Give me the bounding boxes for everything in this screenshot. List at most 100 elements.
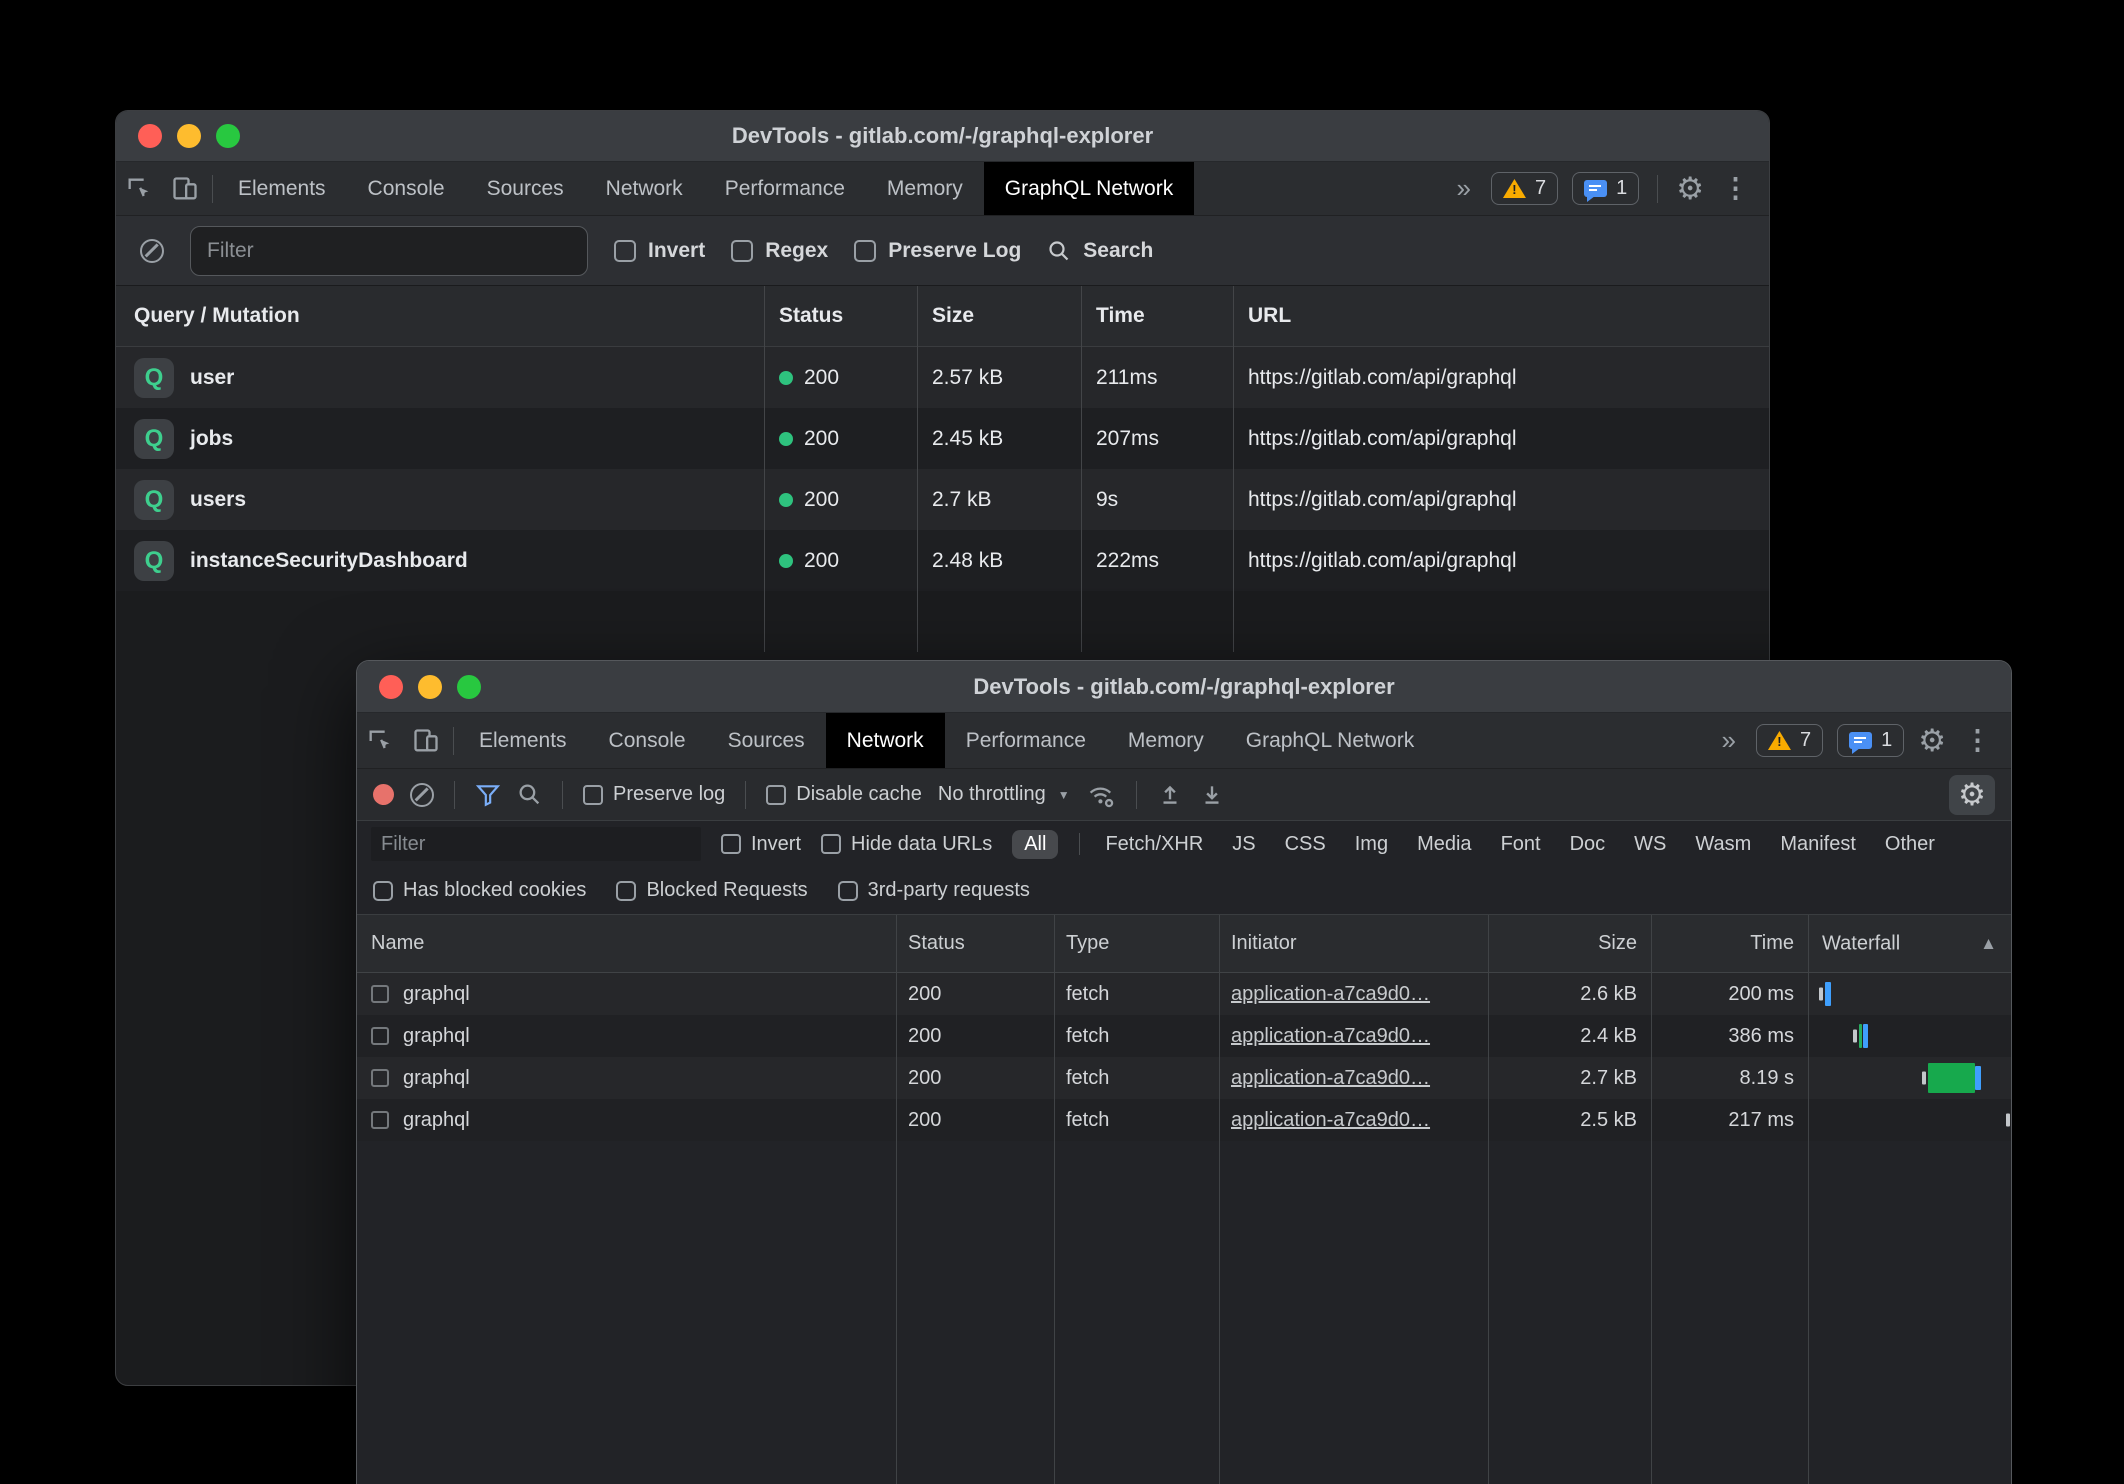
tab-network[interactable]: Network [585, 162, 704, 215]
import-har-icon[interactable] [1157, 782, 1183, 808]
table-row[interactable]: graphql 200 fetch application-a7ca9d0… 2… [357, 973, 2011, 1015]
col-name[interactable]: Name [357, 932, 896, 955]
kebab-menu-icon[interactable]: ⋮ [1960, 725, 1995, 756]
network-settings-button[interactable]: ⚙ [1949, 775, 1995, 815]
filter-chip-manifest[interactable]: Manifest [1776, 830, 1860, 859]
tab-memory[interactable]: Memory [866, 162, 984, 215]
zoom-button[interactable] [457, 675, 481, 699]
filter-input[interactable] [190, 226, 588, 276]
filter-input[interactable] [371, 827, 701, 861]
filter-chip-css[interactable]: CSS [1281, 830, 1330, 859]
tab-graphql-network[interactable]: GraphQL Network [984, 162, 1194, 215]
checkbox[interactable] [614, 240, 636, 262]
col-type[interactable]: Type [1054, 932, 1219, 955]
tab-performance[interactable]: Performance [704, 162, 866, 215]
has-blocked-cookies-checkbox[interactable]: Has blocked cookies [373, 879, 586, 902]
device-toolbar-button[interactable] [162, 162, 208, 215]
clear-icon[interactable] [140, 239, 164, 263]
throttling-select[interactable]: No throttling ▼ [938, 783, 1070, 806]
initiator-link[interactable]: application-a7ca9d0… [1231, 983, 1430, 1005]
row-checkbox[interactable] [371, 985, 389, 1003]
close-button[interactable] [138, 124, 162, 148]
inspect-cursor-button[interactable] [357, 713, 403, 768]
col-url[interactable]: URL [1233, 304, 1769, 328]
initiator-link[interactable]: application-a7ca9d0… [1231, 1067, 1430, 1089]
filter-chip-wasm[interactable]: Wasm [1691, 830, 1755, 859]
filter-funnel-icon[interactable] [475, 782, 501, 808]
table-row[interactable]: graphql 200 fetch application-a7ca9d0… 2… [357, 1057, 2011, 1099]
table-row[interactable]: graphql 200 fetch application-a7ca9d0… 2… [357, 1015, 2011, 1057]
warnings-badge[interactable]: ! 7 [1491, 172, 1558, 205]
tab-graphql-network[interactable]: GraphQL Network [1225, 713, 1435, 768]
col-waterfall[interactable]: Waterfall ▲ [1808, 915, 2011, 972]
titlebar[interactable]: DevTools - gitlab.com/-/graphql-explorer [116, 111, 1769, 162]
initiator-link[interactable]: application-a7ca9d0… [1231, 1109, 1430, 1131]
col-status[interactable]: Status [764, 304, 917, 328]
export-har-icon[interactable] [1199, 782, 1225, 808]
preserve-log-checkbox[interactable]: Preserve log [583, 783, 725, 806]
third-party-requests-checkbox[interactable]: 3rd-party requests [838, 879, 1030, 902]
tab-sources[interactable]: Sources [707, 713, 826, 768]
inspect-cursor-button[interactable] [116, 162, 162, 215]
warnings-badge[interactable]: ! 7 [1756, 724, 1823, 757]
tab-console[interactable]: Console [588, 713, 707, 768]
more-tabs-icon[interactable]: » [1450, 173, 1476, 204]
hide-data-urls-checkbox[interactable]: Hide data URLs [821, 833, 992, 856]
issues-badge[interactable]: 1 [1572, 172, 1639, 205]
row-checkbox[interactable] [371, 1069, 389, 1087]
minimize-button[interactable] [177, 124, 201, 148]
zoom-button[interactable] [216, 124, 240, 148]
filter-chip-font[interactable]: Font [1497, 830, 1545, 859]
more-tabs-icon[interactable]: » [1715, 725, 1741, 756]
invert-checkbox[interactable]: Invert [614, 239, 705, 263]
col-size[interactable]: Size [1488, 932, 1651, 955]
tab-elements[interactable]: Elements [217, 162, 347, 215]
tab-console[interactable]: Console [347, 162, 466, 215]
regex-checkbox[interactable]: Regex [731, 239, 828, 263]
col-time[interactable]: Time [1651, 932, 1808, 955]
preserve-log-checkbox[interactable]: Preserve Log [854, 239, 1021, 263]
tab-network[interactable]: Network [826, 713, 945, 768]
row-checkbox[interactable] [371, 1111, 389, 1129]
filter-chip-ws[interactable]: WS [1630, 830, 1670, 859]
filter-chip-media[interactable]: Media [1413, 830, 1475, 859]
sort-ascending-icon[interactable]: ▲ [1980, 934, 1997, 954]
settings-gear-icon[interactable]: ⚙ [1676, 173, 1704, 204]
filter-chip-js[interactable]: JS [1228, 830, 1259, 859]
col-time[interactable]: Time [1081, 304, 1233, 328]
table-header[interactable]: Query / Mutation Status Size Time URL [116, 286, 1769, 347]
search-icon[interactable] [517, 782, 542, 807]
search-button[interactable]: Search [1047, 239, 1153, 263]
invert-checkbox[interactable]: Invert [721, 833, 801, 856]
clear-icon[interactable] [410, 783, 434, 807]
settings-gear-icon[interactable]: ⚙ [1918, 725, 1946, 756]
minimize-button[interactable] [418, 675, 442, 699]
table-row[interactable]: Qjobs 200 2.45 kB 207ms https://gitlab.c… [116, 408, 1769, 469]
filter-chip-img[interactable]: Img [1351, 830, 1392, 859]
table-row[interactable]: graphql 200 fetch application-a7ca9d0… 2… [357, 1099, 2011, 1141]
checkbox[interactable] [766, 785, 786, 805]
blocked-requests-checkbox[interactable]: Blocked Requests [616, 879, 807, 902]
table-row[interactable]: QinstanceSecurityDashboard 200 2.48 kB 2… [116, 530, 1769, 591]
network-conditions-icon[interactable] [1086, 781, 1116, 809]
checkbox[interactable] [838, 881, 858, 901]
device-toolbar-button[interactable] [403, 713, 449, 768]
disable-cache-checkbox[interactable]: Disable cache [766, 783, 922, 806]
table-row[interactable]: Quser 200 2.57 kB 211ms https://gitlab.c… [116, 347, 1769, 408]
filter-chip-other[interactable]: Other [1881, 830, 1939, 859]
col-query-mutation[interactable]: Query / Mutation [116, 304, 764, 328]
filter-chip-fetch-xhr[interactable]: Fetch/XHR [1101, 830, 1207, 859]
tab-performance[interactable]: Performance [945, 713, 1107, 768]
close-button[interactable] [379, 675, 403, 699]
row-checkbox[interactable] [371, 1027, 389, 1045]
table-row[interactable]: Qusers 200 2.7 kB 9s https://gitlab.com/… [116, 469, 1769, 530]
filter-chip-doc[interactable]: Doc [1566, 830, 1610, 859]
checkbox[interactable] [854, 240, 876, 262]
tab-memory[interactable]: Memory [1107, 713, 1225, 768]
kebab-menu-icon[interactable]: ⋮ [1718, 173, 1753, 204]
checkbox[interactable] [616, 881, 636, 901]
table-header[interactable]: Name Status Type Initiator Size Time Wat… [357, 915, 2011, 973]
col-size[interactable]: Size [917, 304, 1081, 328]
tab-elements[interactable]: Elements [458, 713, 588, 768]
col-status[interactable]: Status [896, 932, 1054, 955]
